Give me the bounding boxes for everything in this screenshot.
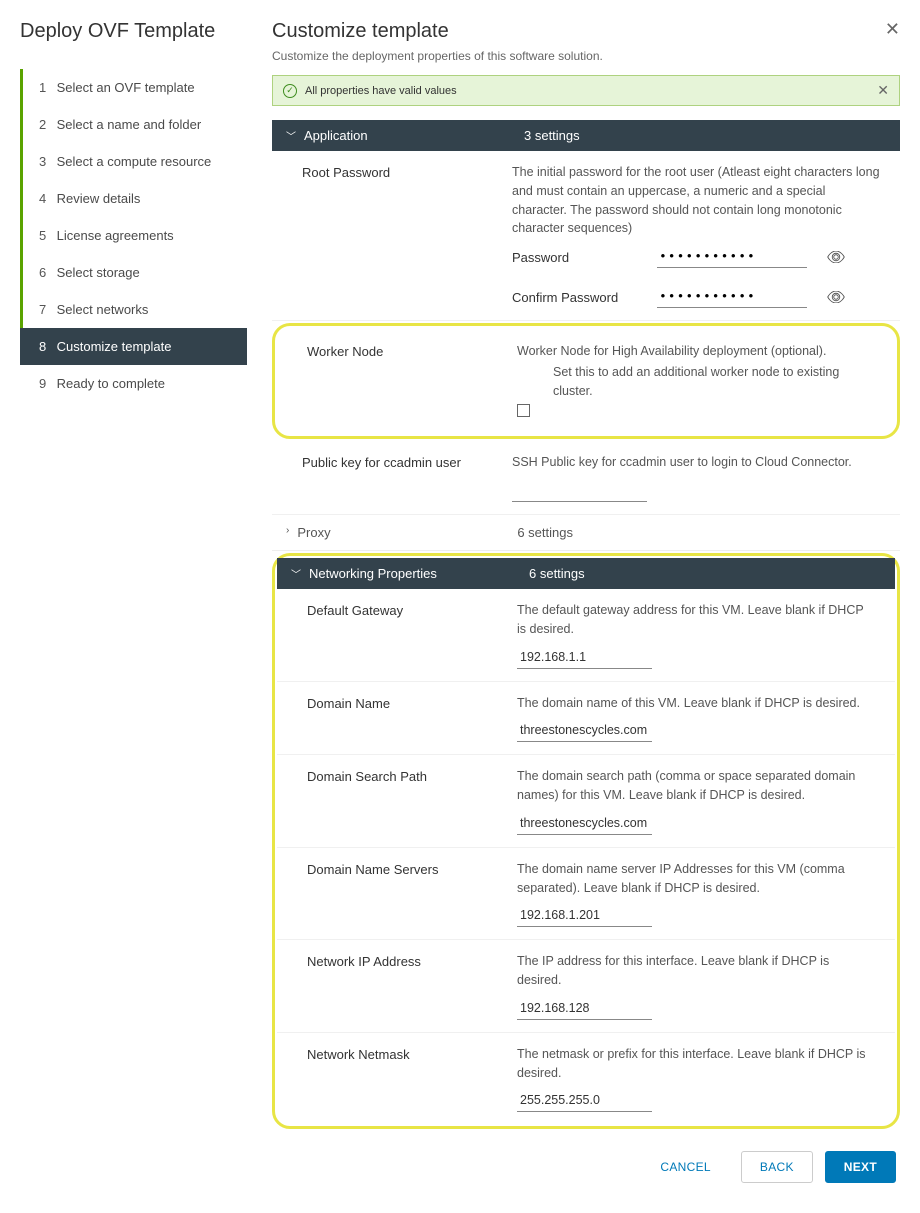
banner-close-icon[interactable]: ✕ <box>877 82 889 99</box>
wizard-title: Deploy OVF Template <box>20 20 247 61</box>
step-number: 5 <box>39 228 53 243</box>
wizard-steps: 1 Select an OVF template2 Select a name … <box>20 69 247 402</box>
pubkey-input[interactable] <box>512 480 647 502</box>
step-number: 4 <box>39 191 53 206</box>
step-label: Select a compute resource <box>53 154 211 169</box>
step-number: 3 <box>39 154 53 169</box>
worker-node-desc: Worker Node for High Availability deploy… <box>517 342 875 361</box>
highlight-worker-node: Worker Node Worker Node for High Availab… <box>272 323 900 439</box>
page-title: Customize template <box>272 20 603 43</box>
section-header-networking[interactable]: ﹀ Networking Properties 6 settings <box>277 558 895 589</box>
netmask-input[interactable] <box>517 1090 652 1112</box>
domain-search-desc: The domain search path (comma or space s… <box>517 767 875 805</box>
root-password-label: Root Password <box>302 163 512 308</box>
confirm-password-input[interactable] <box>657 286 807 308</box>
default-gateway-desc: The default gateway address for this VM.… <box>517 601 875 639</box>
wizard-step-4[interactable]: 4 Review details <box>20 180 247 217</box>
step-number: 8 <box>39 339 53 354</box>
highlight-networking: ﹀ Networking Properties 6 settings Defau… <box>272 553 900 1129</box>
section-count: 6 settings <box>517 525 573 540</box>
chevron-right-icon: › <box>286 525 289 540</box>
default-gateway-input[interactable] <box>517 647 652 669</box>
wizard-step-2[interactable]: 2 Select a name and folder <box>20 106 247 143</box>
eye-icon[interactable] <box>827 251 845 263</box>
step-label: Select an OVF template <box>53 80 195 95</box>
step-label: Select a name and folder <box>53 117 201 132</box>
section-name: Application <box>304 128 524 143</box>
check-circle-icon: ✓ <box>283 84 297 98</box>
root-password-desc: The initial password for the root user (… <box>512 163 880 238</box>
validation-text: All properties have valid values <box>305 85 457 97</box>
wizard-step-6[interactable]: 6 Select storage <box>20 254 247 291</box>
step-label: Select networks <box>53 302 148 317</box>
wizard-step-5[interactable]: 5 License agreements <box>20 217 247 254</box>
eye-icon[interactable] <box>827 291 845 303</box>
worker-node-label: Worker Node <box>307 342 517 420</box>
step-label: License agreements <box>53 228 174 243</box>
page-subtitle: Customize the deployment properties of t… <box>272 49 603 63</box>
section-name: Networking Properties <box>309 566 529 581</box>
section-count: 6 settings <box>529 566 585 581</box>
step-label: Customize template <box>53 339 172 354</box>
main-panel: Customize template Customize the deploym… <box>247 0 920 1213</box>
ip-address-desc: The IP address for this interface. Leave… <box>517 952 875 990</box>
domain-name-input[interactable] <box>517 720 652 742</box>
netmask-label: Network Netmask <box>307 1045 517 1113</box>
step-number: 2 <box>39 117 53 132</box>
wizard-step-1[interactable]: 1 Select an OVF template <box>20 69 247 106</box>
wizard-step-8[interactable]: 8 Customize template <box>20 328 247 365</box>
ip-address-input[interactable] <box>517 998 652 1020</box>
worker-node-checkbox[interactable] <box>517 404 530 417</box>
wizard-sidebar: Deploy OVF Template 1 Select an OVF temp… <box>0 0 247 1213</box>
pubkey-desc: SSH Public key for ccadmin user to login… <box>512 453 880 472</box>
worker-node-desc2: Set this to add an additional worker nod… <box>553 363 875 401</box>
close-icon[interactable]: ✕ <box>885 20 900 38</box>
pubkey-label: Public key for ccadmin user <box>302 453 512 502</box>
step-number: 7 <box>39 302 53 317</box>
step-label: Review details <box>53 191 140 206</box>
step-label: Select storage <box>53 265 140 280</box>
dns-desc: The domain name server IP Addresses for … <box>517 860 875 898</box>
wizard-step-7[interactable]: 7 Select networks <box>20 291 247 328</box>
netmask-desc: The netmask or prefix for this interface… <box>517 1045 875 1083</box>
section-name: Proxy <box>297 525 517 540</box>
wizard-step-9[interactable]: 9 Ready to complete <box>20 365 247 402</box>
section-header-application[interactable]: ﹀ Application 3 settings <box>272 120 900 151</box>
step-number: 1 <box>39 80 53 95</box>
chevron-down-icon: ﹀ <box>286 128 296 143</box>
step-number: 9 <box>39 376 53 391</box>
password-input[interactable] <box>657 246 807 268</box>
domain-search-input[interactable] <box>517 813 652 835</box>
domain-search-label: Domain Search Path <box>307 767 517 835</box>
section-count: 3 settings <box>524 128 580 143</box>
domain-name-desc: The domain name of this VM. Leave blank … <box>517 694 875 713</box>
password-label: Password <box>512 250 637 265</box>
step-label: Ready to complete <box>53 376 165 391</box>
next-button[interactable]: NEXT <box>825 1151 896 1183</box>
wizard-footer: CANCEL BACK NEXT <box>272 1131 900 1193</box>
step-number: 6 <box>39 265 53 280</box>
default-gateway-label: Default Gateway <box>307 601 517 669</box>
ip-address-label: Network IP Address <box>307 952 517 1020</box>
domain-name-label: Domain Name <box>307 694 517 743</box>
confirm-password-label: Confirm Password <box>512 290 637 305</box>
validation-banner: ✓ All properties have valid values ✕ <box>272 75 900 106</box>
back-button[interactable]: BACK <box>741 1151 813 1183</box>
section-header-proxy[interactable]: › Proxy 6 settings <box>272 515 900 551</box>
dns-label: Domain Name Servers <box>307 860 517 928</box>
chevron-down-icon: ﹀ <box>291 566 301 581</box>
dns-input[interactable] <box>517 905 652 927</box>
wizard-step-3[interactable]: 3 Select a compute resource <box>20 143 247 180</box>
cancel-button[interactable]: CANCEL <box>642 1152 728 1182</box>
